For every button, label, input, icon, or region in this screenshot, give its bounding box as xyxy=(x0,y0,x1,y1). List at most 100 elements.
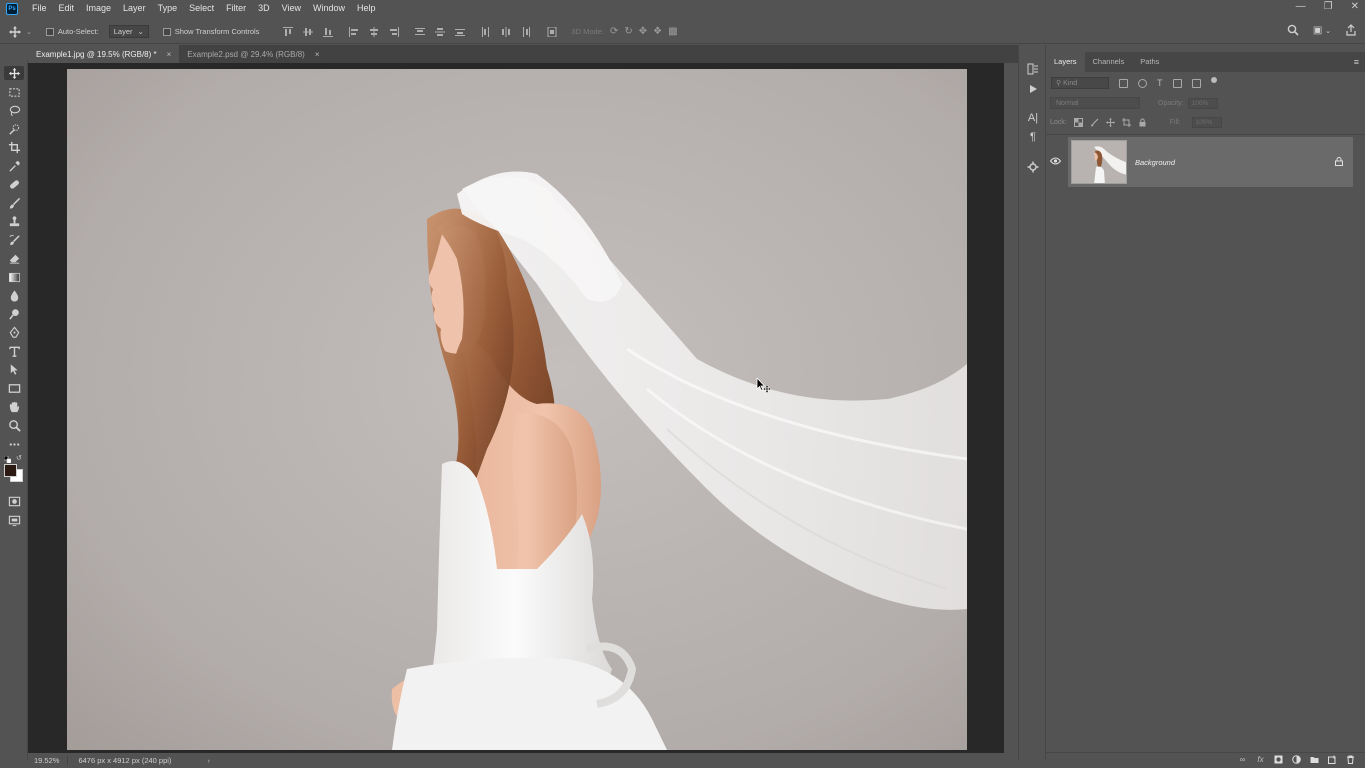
close-icon[interactable]: × xyxy=(167,50,172,59)
shape-filter-icon[interactable] xyxy=(1172,78,1182,88)
auto-select-target-dropdown[interactable]: Layer ⌄ xyxy=(108,25,149,38)
zoom-tool[interactable] xyxy=(7,418,21,432)
menu-edit[interactable]: Edit xyxy=(53,0,81,17)
menu-file[interactable]: File xyxy=(26,0,53,17)
share-icon[interactable] xyxy=(1345,24,1357,36)
smart-object-filter-icon[interactable] xyxy=(1191,78,1201,88)
pen-tool[interactable] xyxy=(7,325,21,339)
slide-3d-icon[interactable]: ❖ xyxy=(653,26,662,37)
distribute-hcenter-icon[interactable] xyxy=(501,26,511,37)
fx-icon[interactable]: fx xyxy=(1256,755,1265,764)
move-tool-preset[interactable]: ⌄ xyxy=(8,25,32,39)
foreground-color-swatch[interactable] xyxy=(4,464,17,477)
path-selection-tool[interactable] xyxy=(7,362,21,376)
dodge-tool[interactable] xyxy=(7,307,21,321)
trash-icon[interactable] xyxy=(1346,755,1355,764)
canvas-image[interactable] xyxy=(67,69,967,750)
distribute-right-icon[interactable] xyxy=(521,26,531,37)
history-panel-icon[interactable] xyxy=(1026,62,1040,76)
quick-mask-tool[interactable] xyxy=(7,494,21,508)
minimize-icon[interactable]: — xyxy=(1296,0,1306,14)
lock-artboard-icon[interactable] xyxy=(1121,117,1131,127)
new-layer-icon[interactable] xyxy=(1328,755,1337,764)
orbit-3d-icon[interactable]: ⟳ xyxy=(610,26,618,37)
fill-field[interactable]: 100% xyxy=(1191,116,1222,128)
canvas-area[interactable] xyxy=(28,63,1004,753)
marquee-tool[interactable] xyxy=(7,85,21,99)
menu-image[interactable]: Image xyxy=(80,0,117,17)
close-icon[interactable]: × xyxy=(315,50,320,59)
lock-transparent-icon[interactable] xyxy=(1073,117,1083,127)
swap-colors-icon[interactable]: ↺ xyxy=(16,455,24,462)
distribute-vcenter-icon[interactable] xyxy=(435,27,446,37)
tab-paths[interactable]: Paths xyxy=(1132,52,1167,72)
default-colors-icon[interactable] xyxy=(3,455,12,464)
vertical-scrollbar[interactable] xyxy=(1004,63,1016,753)
quick-select-tool[interactable] xyxy=(7,122,21,136)
align-vcenter-icon[interactable] xyxy=(303,27,314,37)
lasso-tool[interactable] xyxy=(7,103,21,117)
filter-toggle-icon[interactable] xyxy=(1210,77,1217,83)
menu-3d[interactable]: 3D xyxy=(252,0,276,17)
type-filter-icon[interactable]: T xyxy=(1157,78,1163,88)
move-tool[interactable] xyxy=(4,66,24,80)
character-panel-icon[interactable]: A| xyxy=(1026,111,1040,125)
tab-channels[interactable]: Channels xyxy=(1085,52,1133,72)
paragraph-panel-icon[interactable]: ¶ xyxy=(1026,130,1040,144)
status-menu-arrow[interactable]: › xyxy=(207,756,210,765)
rectangle-tool[interactable] xyxy=(7,381,21,395)
distribute-left-icon[interactable] xyxy=(481,26,491,37)
screen-mode-tool[interactable] xyxy=(7,513,21,527)
roll-3d-icon[interactable]: ↻ xyxy=(624,26,632,37)
layer-row-background[interactable]: Background xyxy=(1050,137,1353,187)
menu-layer[interactable]: Layer xyxy=(117,0,152,17)
filter-kind-dropdown[interactable]: ⚲ Kind xyxy=(1051,77,1109,89)
more-tools[interactable] xyxy=(7,437,21,451)
type-tool[interactable] xyxy=(7,344,21,358)
eyedropper-tool[interactable] xyxy=(7,159,21,173)
tab-example2[interactable]: Example2.psd @ 29.4% (RGB/8) × xyxy=(179,45,328,63)
mask-icon[interactable] xyxy=(1274,755,1283,764)
menu-filter[interactable]: Filter xyxy=(220,0,252,17)
hand-tool[interactable] xyxy=(7,399,21,413)
adjustment-icon[interactable] xyxy=(1292,755,1301,764)
menu-type[interactable]: Type xyxy=(152,0,184,17)
menu-window[interactable]: Window xyxy=(307,0,351,17)
auto-select-checkbox[interactable] xyxy=(45,27,54,36)
blur-tool[interactable] xyxy=(7,288,21,302)
restore-icon[interactable]: ❐ xyxy=(1324,0,1333,14)
search-icon[interactable] xyxy=(1287,24,1299,36)
lock-all-icon[interactable] xyxy=(1138,118,1147,127)
workspace-switcher-icon[interactable]: ▣ ⌄ xyxy=(1313,25,1331,36)
clone-stamp-tool[interactable] xyxy=(7,214,21,228)
properties-panel-icon[interactable] xyxy=(1026,160,1040,174)
tab-example1[interactable]: Example1.jpg @ 19.5% (RGB/8) * × xyxy=(28,45,180,63)
brush-tool[interactable] xyxy=(7,196,21,210)
tab-layers[interactable]: Layers xyxy=(1046,52,1085,72)
menu-view[interactable]: View xyxy=(276,0,307,17)
auto-align-icon[interactable] xyxy=(547,26,557,37)
menu-select[interactable]: Select xyxy=(183,0,220,17)
opacity-field[interactable]: 100% xyxy=(1187,97,1218,109)
blend-mode-dropdown[interactable]: Normal xyxy=(1050,97,1140,109)
group-icon[interactable] xyxy=(1310,755,1319,764)
eraser-tool[interactable] xyxy=(7,251,21,265)
lock-pixels-icon[interactable] xyxy=(1090,118,1099,127)
align-left-icon[interactable] xyxy=(349,26,359,37)
align-top-icon[interactable] xyxy=(283,26,294,37)
link-icon[interactable]: ∞ xyxy=(1238,755,1247,764)
align-bottom-icon[interactable] xyxy=(323,27,334,37)
history-brush-tool[interactable] xyxy=(7,233,21,247)
healing-brush-tool[interactable] xyxy=(7,177,21,191)
zoom-level-field[interactable]: 19.52% xyxy=(28,756,69,765)
lock-position-icon[interactable] xyxy=(1105,117,1115,127)
panel-menu-icon[interactable]: ≡ xyxy=(1354,57,1359,67)
show-transform-checkbox[interactable] xyxy=(162,27,171,36)
close-window-icon[interactable]: ✕ xyxy=(1351,0,1359,14)
adjustment-filter-icon[interactable] xyxy=(1138,78,1147,88)
menu-help[interactable]: Help xyxy=(351,0,382,17)
align-hcenter-icon[interactable] xyxy=(369,26,379,37)
actions-play-icon[interactable] xyxy=(1026,82,1040,96)
align-right-icon[interactable] xyxy=(389,26,400,37)
pan-3d-icon[interactable]: ✥ xyxy=(639,26,647,37)
